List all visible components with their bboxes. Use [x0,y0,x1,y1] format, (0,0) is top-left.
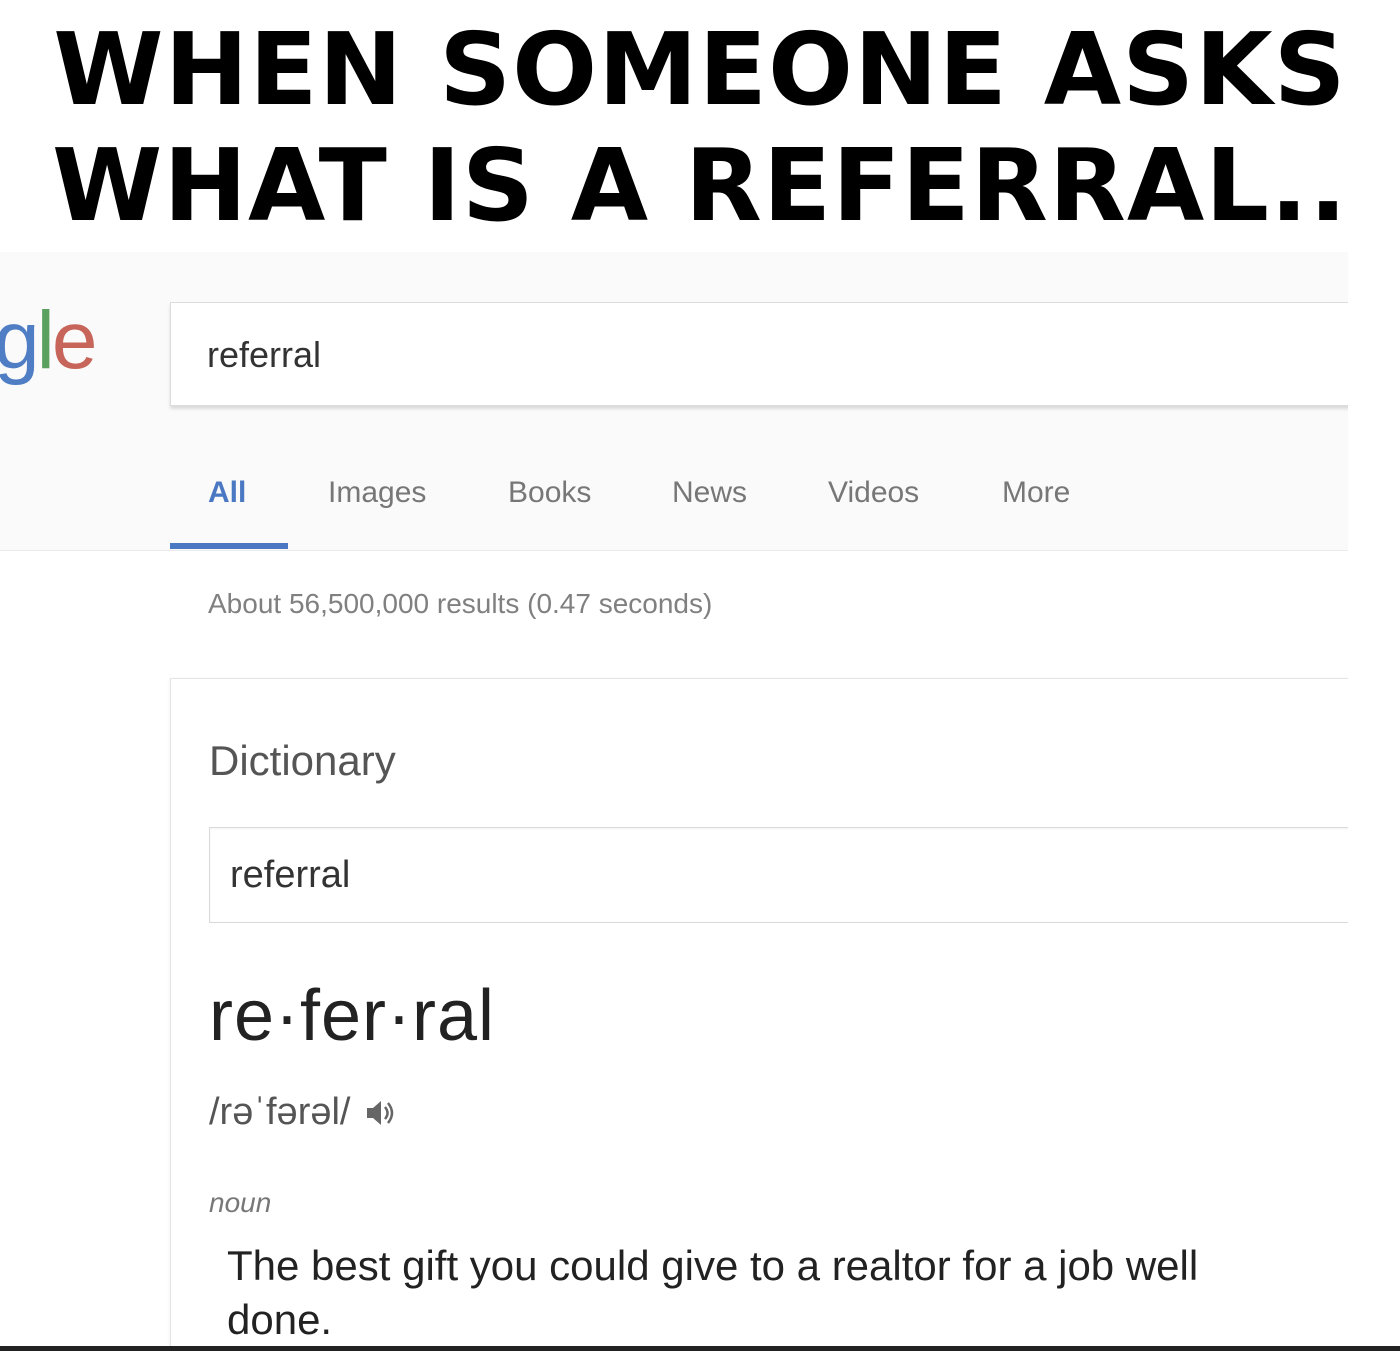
part-of-speech: noun [209,1187,272,1218]
search-results-screenshot: gle All Images Books News Videos More Ab… [0,252,1348,1348]
logo-letter-e: e [51,295,98,386]
dictionary-search-box[interactable] [209,827,1348,923]
search-logo[interactable]: gle [0,300,97,382]
pronunciation-text: /rəˈfərəl/ [209,1091,351,1133]
definition-text: The best gift you could give to a realto… [227,1242,1199,1343]
dictionary-search-input[interactable] [230,852,1330,898]
active-tab-indicator [170,543,288,549]
search-input[interactable] [207,331,1307,379]
caption-line-2: WHAT IS A REFERRAL.. [52,127,1348,244]
search-box[interactable] [170,302,1348,406]
speaker-icon[interactable] [363,1096,397,1130]
tab-images[interactable]: Images [328,476,426,510]
tab-books[interactable]: Books [508,476,591,510]
search-header: gle All Images Books News Videos More [0,252,1348,551]
results-stats: About 56,500,000 results (0.47 seconds) [208,588,713,619]
pronunciation-row: /rəˈfərəl/ [209,1091,397,1135]
dictionary-card: Dictionary re·fer·ral /rəˈfərəl/ noun Th… [170,678,1348,1348]
logo-letter-l: l [36,295,55,386]
meme-caption: WHEN SOMEONE ASKS WHAT IS A REFERRAL.. [0,12,1400,244]
tab-news[interactable]: News [672,476,747,510]
dictionary-headword: re·fer·ral [209,976,496,1056]
logo-letter-g: g [0,295,40,386]
tab-videos[interactable]: Videos [828,476,919,510]
tab-more[interactable]: More [1002,476,1070,510]
search-tabs: All Images Books News Videos More [0,472,1348,550]
caption-line-1: WHEN SOMEONE ASKS [53,11,1347,128]
dictionary-title: Dictionary [209,737,396,784]
tab-all[interactable]: All [208,476,246,510]
bottom-divider [0,1346,1400,1351]
